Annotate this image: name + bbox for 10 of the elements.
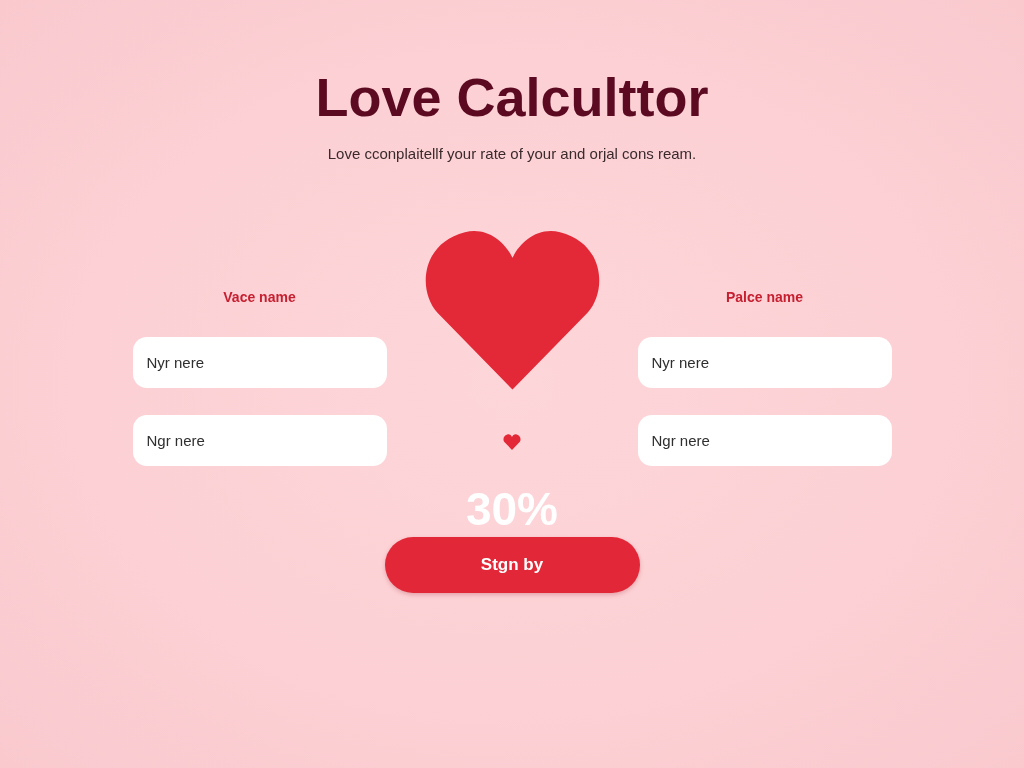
name-input[interactable]: Ngr nere xyxy=(637,415,892,466)
submit-button[interactable]: Stgn by xyxy=(384,537,640,593)
name-input[interactable]: Nyr nere xyxy=(132,337,387,388)
heart-icon xyxy=(503,434,521,450)
page-title: Love Calculttor xyxy=(315,66,709,129)
name-label: Palce name xyxy=(725,288,804,306)
subtitle-text: Love cconplaitellf your rate of your and orjal cons ream. xyxy=(327,144,697,163)
name-input[interactable]: Ngr nere xyxy=(132,415,387,466)
name-input[interactable]: Nyr nere xyxy=(637,337,892,388)
name-label: Vace name xyxy=(223,288,296,306)
